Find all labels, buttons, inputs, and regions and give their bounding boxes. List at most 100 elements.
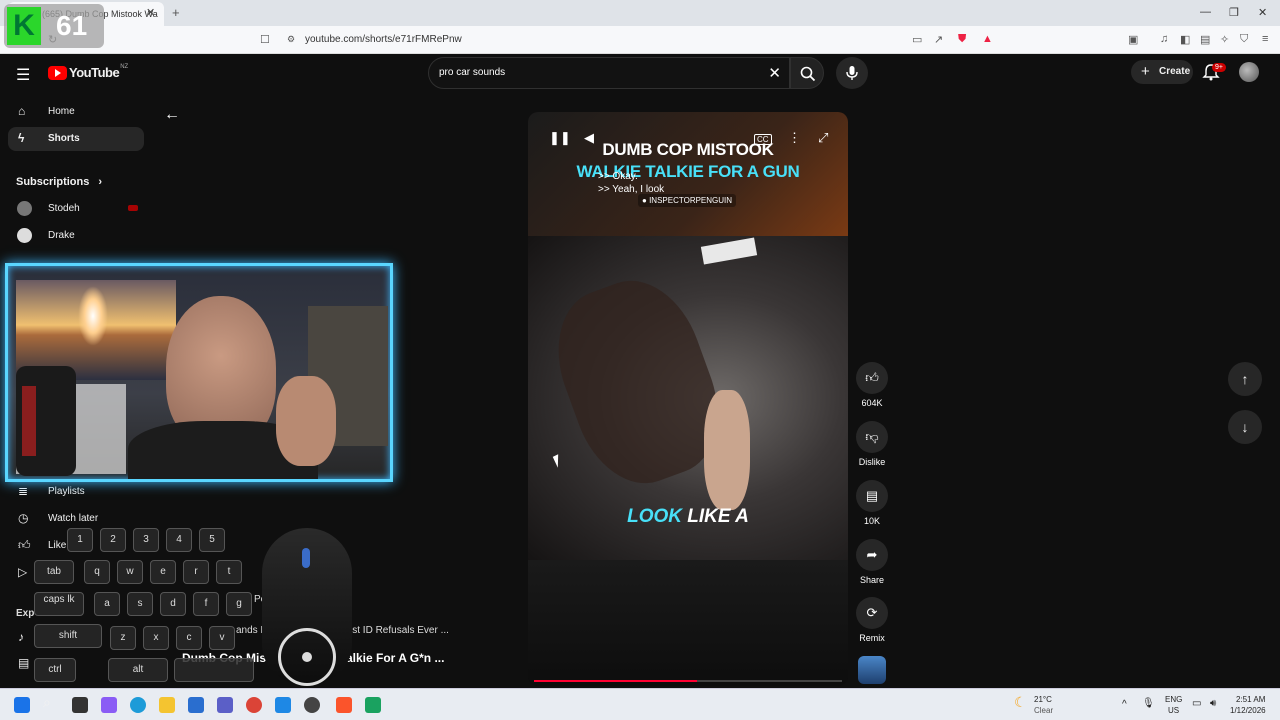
app-icon[interactable] xyxy=(101,697,117,713)
sidebar-item-label: Stodeh xyxy=(48,203,80,214)
thumbs-down-icon[interactable]: 👎︎ xyxy=(856,421,888,453)
key-space xyxy=(174,658,254,682)
notepad-icon[interactable] xyxy=(365,697,381,713)
share-icon[interactable]: ➦ xyxy=(856,539,888,571)
new-tab-icon[interactable]: + xyxy=(172,5,180,20)
search-button[interactable] xyxy=(790,57,824,89)
previous-short-arrow-icon[interactable]: ↑ xyxy=(1228,362,1262,396)
voice-search-button[interactable] xyxy=(836,57,868,89)
bookmark-icon[interactable]: ☐ xyxy=(260,33,270,46)
media-icon[interactable]: ♫ xyxy=(1160,33,1168,45)
key-shift: shift xyxy=(34,624,102,648)
task-view-icon[interactable] xyxy=(72,697,88,713)
yt-header: ☰ YouTube NZ ✕ + Create xyxy=(0,54,1280,92)
video-title-peek[interactable]: alkie For A G*n ... xyxy=(346,651,444,665)
remix-action[interactable]: ⟳ Remix xyxy=(856,597,888,643)
comments-action[interactable]: ▤ 10K xyxy=(856,480,888,526)
chrome-icon[interactable] xyxy=(246,697,262,713)
sidebar-sub-drake[interactable]: Drake xyxy=(8,224,144,248)
menu-icon[interactable]: ≡ xyxy=(1262,33,1268,45)
share-page-icon[interactable]: ↗ xyxy=(934,33,943,46)
key-c: c xyxy=(176,626,202,650)
remix-label: Remix xyxy=(859,633,885,643)
youtube-play-icon xyxy=(48,65,67,80)
live-indicator xyxy=(128,205,138,211)
file-explorer-icon[interactable] xyxy=(159,697,175,713)
comment-icon[interactable]: ▤ xyxy=(856,480,888,512)
subtitle-highlight: LOOK xyxy=(627,506,683,527)
logo-text: YouTube xyxy=(69,65,120,80)
thumbs-up-icon: 👍︎ xyxy=(18,538,31,552)
handle-text: INSPECTORPENGUIN xyxy=(649,196,733,205)
webcam-chair-accent xyxy=(22,386,36,456)
window-close-icon[interactable]: ✕ xyxy=(1258,6,1267,19)
cast-icon[interactable]: ▭ xyxy=(912,33,922,46)
restore-icon[interactable]: ❐ xyxy=(1229,6,1239,19)
subscriptions-heading[interactable]: Subscriptions › xyxy=(16,176,102,188)
rewards-icon[interactable]: ▲ xyxy=(982,33,993,45)
vpn-icon[interactable]: ⛉ xyxy=(1240,33,1248,46)
thumbs-up-icon[interactable]: 👍︎ xyxy=(856,362,888,394)
youtube-logo[interactable]: YouTube NZ xyxy=(48,64,128,80)
brave-shield-icon[interactable]: ⛊ xyxy=(958,33,966,46)
next-short-arrow-icon[interactable]: ↓ xyxy=(1228,410,1262,444)
sidebar-item-playlists[interactable]: ≣ Playlists xyxy=(8,480,144,504)
start-icon[interactable] xyxy=(14,697,30,713)
remix-icon[interactable]: ⟳ xyxy=(856,597,888,629)
back-arrow-icon[interactable]: ← xyxy=(164,106,180,124)
chevron-right-icon: › xyxy=(98,176,103,188)
shorts-player[interactable]: DUMB COP MISTOOK WALKIE TALKIE FOR A GUN… xyxy=(528,112,848,686)
teams-icon[interactable] xyxy=(217,697,233,713)
video-overlay-title-line2: WALKIE TALKIE FOR A GUN xyxy=(576,162,800,181)
volume-tray-icon[interactable]: 🔊︎ xyxy=(1210,698,1216,709)
leo-icon[interactable]: ✧ xyxy=(1220,33,1229,46)
key-1: 1 xyxy=(67,528,93,552)
wallet-icon[interactable]: ▤ xyxy=(1200,33,1210,46)
url-field[interactable]: youtube.com/shorts/e71rFMRePnw xyxy=(278,30,998,50)
video-title-peek[interactable]: Best ID Refusals Ever ... xyxy=(340,625,449,636)
panel-icon[interactable]: ◧ xyxy=(1180,33,1190,46)
key-caps-lock: caps lk xyxy=(34,592,84,616)
dislike-action[interactable]: 👎︎ Dislike xyxy=(856,421,888,467)
site-info-icon[interactable]: ⚙ xyxy=(287,34,295,45)
sidebar-sub-stodeh[interactable]: Stodeh xyxy=(8,197,144,221)
obs-icon[interactable] xyxy=(304,697,320,713)
chevron-up-icon[interactable]: ^ xyxy=(1122,699,1127,710)
brave-icon[interactable] xyxy=(336,697,352,713)
language-code[interactable]: ENG xyxy=(1165,695,1182,704)
account-avatar[interactable] xyxy=(1239,62,1259,82)
clock-time[interactable]: 2:51 AM xyxy=(1236,695,1265,704)
minimize-icon[interactable]: — xyxy=(1200,6,1211,18)
more-options-icon[interactable]: ⋮ xyxy=(788,130,801,146)
key-2: 2 xyxy=(100,528,126,552)
search-icon[interactable]: ⌕ xyxy=(43,694,59,710)
weather-temp: 21°C xyxy=(1034,695,1052,704)
mail-icon[interactable] xyxy=(275,697,291,713)
fullscreen-icon[interactable]: ⤢ xyxy=(818,130,828,146)
volume-icon[interactable]: ◀ xyxy=(584,130,594,146)
channel-thumbnail[interactable] xyxy=(858,656,886,684)
search-input[interactable] xyxy=(439,67,759,78)
create-button[interactable]: + Create xyxy=(1131,60,1193,84)
edge-icon[interactable] xyxy=(130,697,146,713)
store-icon[interactable] xyxy=(188,697,204,713)
tab-close-icon[interactable]: ✕ xyxy=(146,6,155,19)
video-progress-bar[interactable] xyxy=(534,680,842,682)
sidebar-item-home[interactable]: ⌂ Home xyxy=(8,100,144,124)
webcam-person-hand xyxy=(276,376,336,466)
microphone-tray-icon[interactable]: 🎙︎ xyxy=(1142,698,1155,709)
share-action[interactable]: ➦ Share xyxy=(856,539,888,585)
sidebar-toggle-icon[interactable]: ▣ xyxy=(1128,33,1138,46)
clock-date: 1/12/2026 xyxy=(1230,706,1266,715)
explore-heading: Exp xyxy=(16,608,35,619)
sidebar-item-shorts[interactable]: ϟ Shorts xyxy=(8,127,144,151)
clear-search-icon[interactable]: ✕ xyxy=(768,64,781,82)
pause-icon[interactable]: ❚❚ xyxy=(549,130,571,146)
search-box[interactable]: ✕ xyxy=(428,57,790,89)
hamburger-menu-icon[interactable]: ☰ xyxy=(16,65,30,85)
like-action[interactable]: 👍︎ 604K xyxy=(856,362,888,408)
network-icon[interactable]: ▭ xyxy=(1192,698,1201,709)
key-w: w xyxy=(117,560,143,584)
key-t: t xyxy=(216,560,242,584)
captions-icon[interactable]: CC xyxy=(754,134,772,145)
